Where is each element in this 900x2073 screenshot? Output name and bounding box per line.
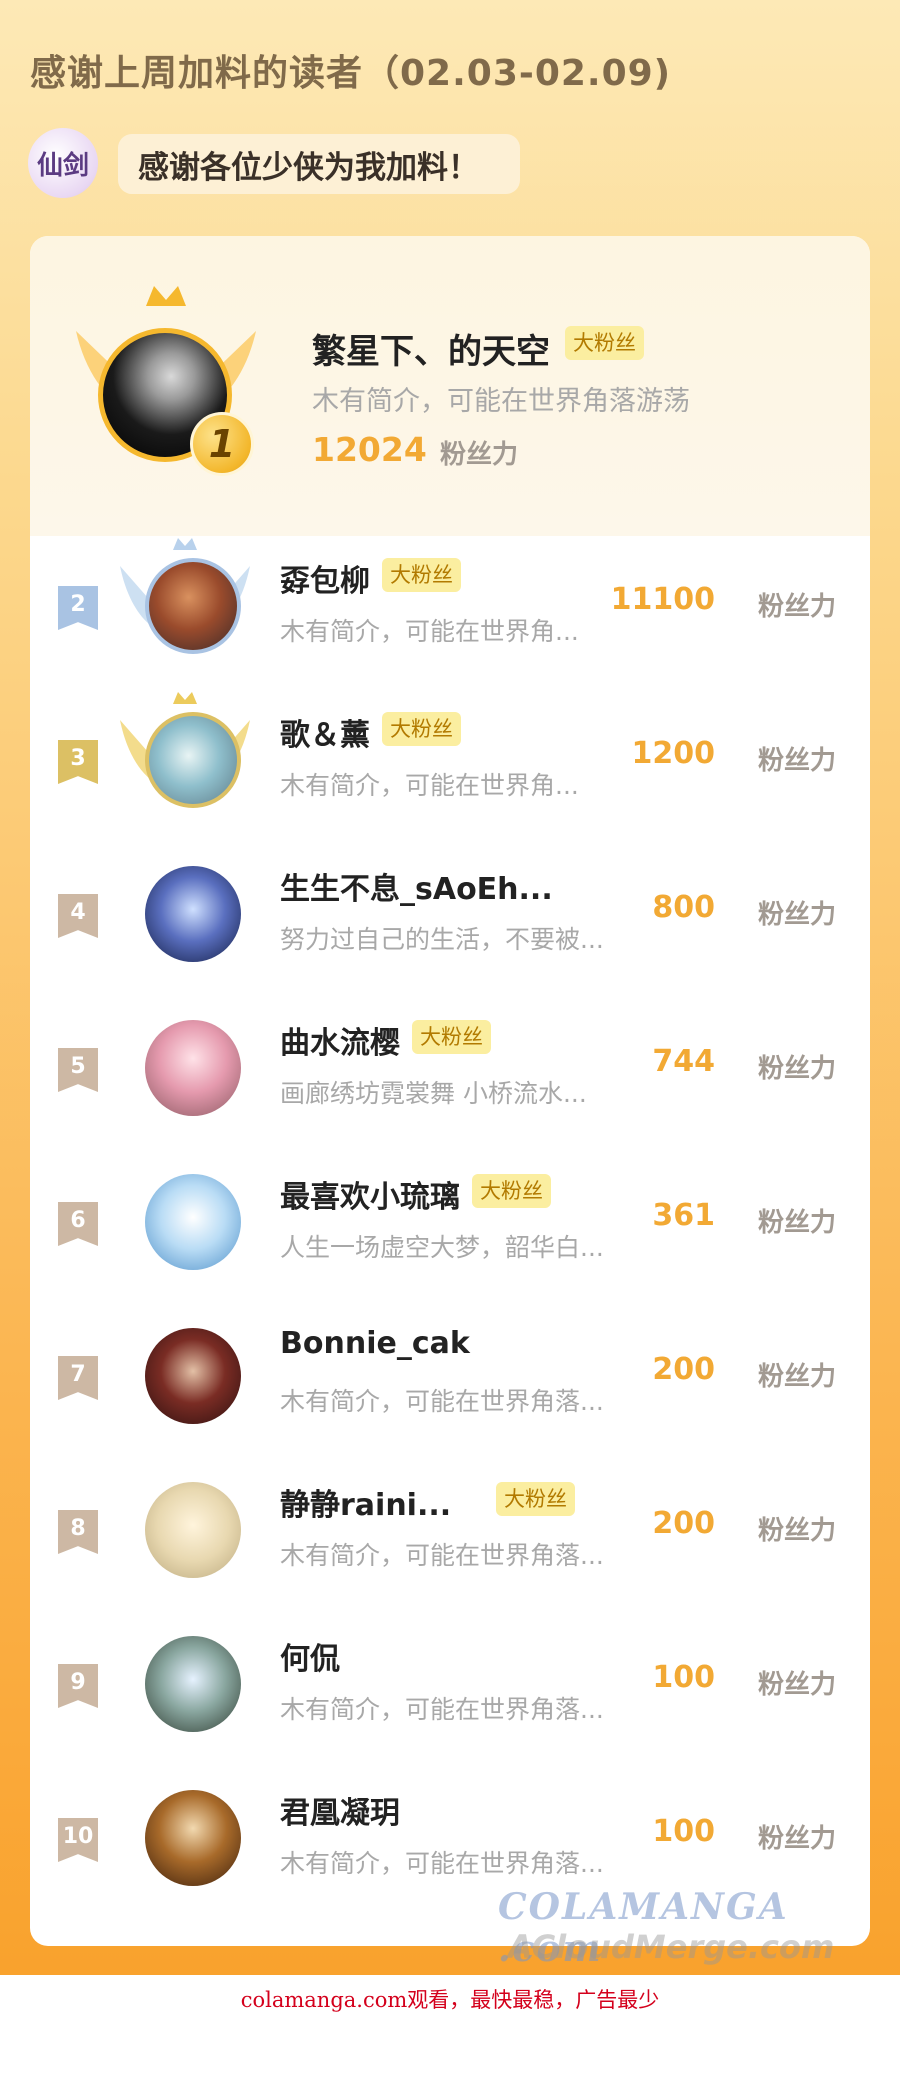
logo-text: 仙剑 — [36, 150, 89, 181]
fan-score-unit: 粉丝力 — [757, 1054, 836, 1084]
fan-avatar[interactable] — [145, 1636, 241, 1732]
top-fan-tag: 大粉丝 — [565, 326, 644, 360]
rank-badge: 8 — [58, 1510, 98, 1554]
rank-badge: 5 — [58, 1048, 98, 1092]
fan-avatar[interactable] — [145, 1328, 241, 1424]
fan-score-unit: 粉丝力 — [757, 592, 836, 622]
rank-badge: 9 — [58, 1664, 98, 1708]
top-fan-unit: 粉丝力 — [440, 440, 519, 470]
fan-score-unit: 粉丝力 — [757, 1516, 836, 1546]
fan-bio: 木有简介，可能在世界角... — [280, 771, 579, 800]
fan-score-unit: 粉丝力 — [757, 1824, 836, 1854]
fan-tag: 大粉丝 — [472, 1174, 551, 1208]
fan-bio: 木有简介，可能在世界角落... — [280, 1695, 604, 1724]
fan-tag: 大粉丝 — [496, 1482, 575, 1516]
fan-score: 100 — [652, 1814, 715, 1849]
fan-avatar[interactable] — [145, 712, 241, 808]
xianjian-logo: 仙剑 — [28, 128, 98, 198]
top-fan-score: 12024 — [312, 430, 427, 469]
fan-row[interactable]: 9 何侃木有简介，可能在世界角落... 100 粉丝力 — [30, 1614, 870, 1764]
fan-name[interactable]: Bonnie_cak — [280, 1326, 470, 1361]
rank-badge: 10 — [58, 1818, 98, 1862]
top-fan-panel[interactable]: 1 繁星下、的天空 大粉丝 木有简介，可能在世界角落游荡 12024 粉丝力 — [30, 236, 870, 536]
fan-score-unit: 粉丝力 — [757, 1362, 836, 1392]
fan-score: 100 — [652, 1660, 715, 1695]
rank-badge: 3 — [58, 740, 98, 784]
fan-score: 1200 — [631, 736, 716, 771]
top-fan-bio: 木有简介，可能在世界角落游荡 — [312, 386, 690, 417]
rank-badge: 7 — [58, 1356, 98, 1400]
footer-text: colamanga.com观看，最快最稳，广告最少 — [240, 1988, 660, 2012]
fan-score-unit: 粉丝力 — [757, 746, 836, 776]
thanks-banner: 感谢各位少侠为我加料！ — [118, 134, 520, 194]
fan-bio: 木有简介，可能在世界角... — [280, 617, 579, 646]
fan-row[interactable]: 5 曲水流樱 大粉丝画廊绣坊霓裳舞 小桥流水... 744 粉丝力 — [30, 998, 870, 1148]
rank-badge: 6 — [58, 1202, 98, 1246]
fan-bio: 木有简介，可能在世界角落... — [280, 1541, 604, 1570]
fan-bio: 画廊绣坊霓裳舞 小桥流水... — [280, 1079, 587, 1108]
fan-tag: 大粉丝 — [382, 712, 461, 746]
fan-score: 744 — [652, 1044, 715, 1079]
fan-name[interactable]: 曲水流樱 — [280, 1018, 400, 1062]
fan-tag: 大粉丝 — [382, 558, 461, 592]
fan-bio: 人生一场虚空大梦，韶华白... — [280, 1233, 604, 1262]
fan-row[interactable]: 8 静静raini... 大粉丝木有简介，可能在世界角落... 200 粉丝力 — [30, 1460, 870, 1610]
fan-row[interactable]: 6 最喜欢小琉璃 大粉丝人生一场虚空大梦，韶华白... 361 粉丝力 — [30, 1152, 870, 1302]
fan-name[interactable]: 何侃 — [280, 1634, 340, 1678]
fan-name[interactable]: 君凰凝玥 — [280, 1788, 400, 1832]
fan-avatar[interactable] — [145, 1790, 241, 1886]
fan-score: 200 — [652, 1506, 715, 1541]
fan-avatar[interactable] — [145, 866, 241, 962]
fan-avatar[interactable] — [145, 1482, 241, 1578]
fan-score-unit: 粉丝力 — [757, 1670, 836, 1700]
fan-row[interactable]: 4 生生不息_sAoEh... 努力过自己的生活，不要被... 800 粉丝力 — [30, 844, 870, 994]
fan-name[interactable]: 歌＆薰 — [280, 710, 370, 754]
fan-score: 800 — [652, 890, 715, 925]
ranking-card: 1 繁星下、的天空 大粉丝 木有简介，可能在世界角落游荡 12024 粉丝力 2… — [30, 236, 870, 1946]
watermark-acloudmerge: ACloudMerge.com — [508, 1928, 835, 1966]
rank-badge: 2 — [58, 586, 98, 630]
rank-1-badge: 1 — [190, 412, 254, 476]
fan-row[interactable]: 7 Bonnie_cak 木有简介，可能在世界角落... 200 粉丝力 — [30, 1306, 870, 1456]
fan-bio: 努力过自己的生活，不要被... — [280, 925, 604, 954]
fan-name[interactable]: 最喜欢小琉璃 — [280, 1172, 460, 1216]
fan-name[interactable]: 孬包柳 — [280, 556, 370, 600]
page-title: 感谢上周加料的读者（02.03-02.09) — [30, 53, 672, 94]
fan-score: 361 — [652, 1198, 715, 1233]
fan-name[interactable]: 静静raini... — [280, 1480, 451, 1524]
fan-score: 11100 — [610, 582, 715, 617]
fan-score-unit: 粉丝力 — [757, 900, 836, 930]
fan-avatar[interactable] — [145, 558, 241, 654]
thanks-banner-text: 感谢各位少侠为我加料！ — [138, 149, 479, 186]
fan-avatar[interactable] — [145, 1020, 241, 1116]
fan-score: 200 — [652, 1352, 715, 1387]
fan-row[interactable]: 3 歌＆薰 大粉丝木有简介，可能在世界角... 1200 粉丝力 — [30, 690, 870, 840]
top-fan-name[interactable]: 繁星下、的天空 — [312, 324, 550, 373]
fan-score-unit: 粉丝力 — [757, 1208, 836, 1238]
fan-bio: 木有简介，可能在世界角落... — [280, 1387, 604, 1416]
fan-avatar[interactable] — [145, 1174, 241, 1270]
rank-badge: 4 — [58, 894, 98, 938]
fan-bio: 木有简介，可能在世界角落... — [280, 1849, 604, 1878]
fan-row[interactable]: 2 孬包柳 大粉丝木有简介，可能在世界角... 11100 粉丝力 — [30, 536, 870, 686]
fan-name[interactable]: 生生不息_sAoEh... — [280, 864, 553, 908]
fan-tag: 大粉丝 — [412, 1020, 491, 1054]
